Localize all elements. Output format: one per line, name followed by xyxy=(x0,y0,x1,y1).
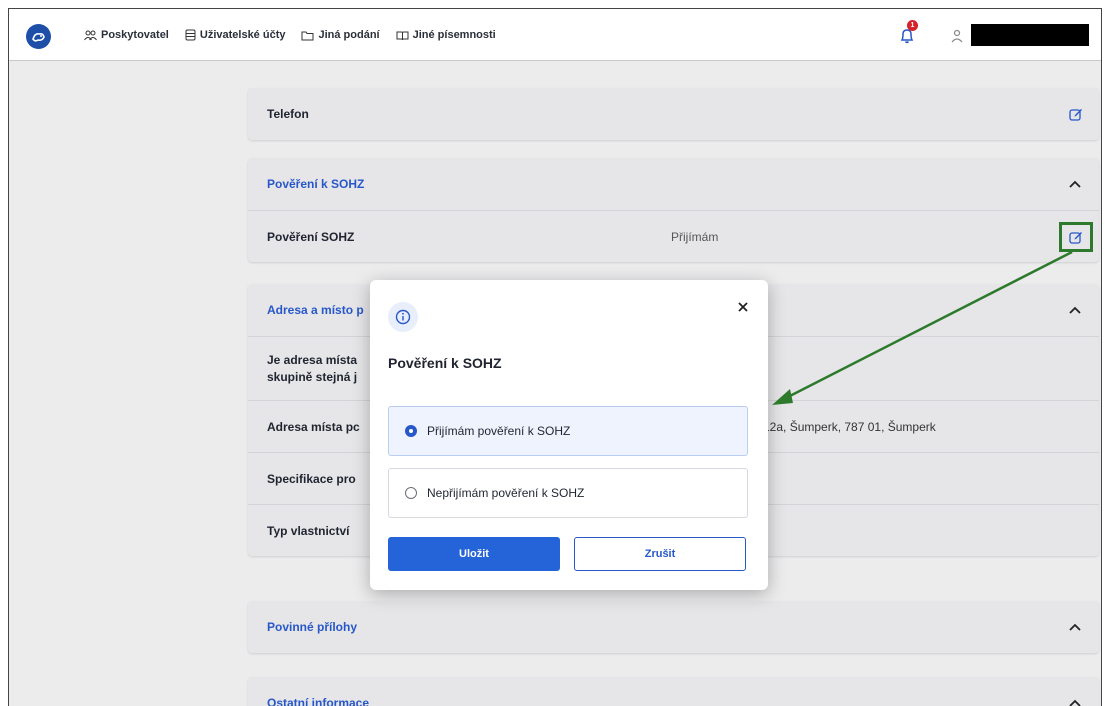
users-icon xyxy=(84,30,97,40)
option-accept-label: Přijímám pověření k SOHZ xyxy=(427,424,571,438)
option-decline-label: Nepřijímám pověření k SOHZ xyxy=(427,486,585,500)
cancel-button[interactable]: Zrušit xyxy=(574,537,746,571)
nav-item-jine-pisemnosti[interactable]: Jiné písemnosti xyxy=(396,29,496,41)
row-label-line2: skupině stejná j xyxy=(267,369,358,384)
top-navigation-bar: Poskytovatel Uživatelské účty Jiná podán… xyxy=(9,9,1101,61)
info-icon xyxy=(388,302,418,332)
option-decline-radio[interactable]: Nepřijímám pověření k SOHZ xyxy=(388,468,748,518)
modal-title: Pověření k SOHZ xyxy=(388,355,502,371)
card-povereni: Pověření k SOHZ Pověření SOHZ Přijímám xyxy=(248,158,1099,262)
prilohy-section-header[interactable]: Povinné přílohy xyxy=(248,601,1099,653)
row-label: Specifikace pro xyxy=(267,471,356,486)
close-icon[interactable] xyxy=(736,300,750,314)
card-telefon: Telefon xyxy=(248,88,1099,140)
section-title: Povinné přílohy xyxy=(267,620,358,634)
row-label-line1: Je adresa místa xyxy=(267,352,358,367)
telefon-label: Telefon xyxy=(267,107,309,121)
chevron-up-icon[interactable] xyxy=(1068,622,1082,632)
section-title: Adresa a místo p xyxy=(267,303,364,317)
row-label: Typ vlastnictví xyxy=(267,523,350,538)
section-title: Ostatní informace xyxy=(267,696,370,706)
nav-item-label: Uživatelské účty xyxy=(199,29,286,41)
povereni-value: Přijímám xyxy=(671,229,719,244)
nav-item-uzivatelske-ucty[interactable]: Uživatelské účty xyxy=(185,29,286,41)
card-prilohy: Povinné přílohy xyxy=(248,601,1099,653)
edit-icon[interactable] xyxy=(1069,107,1083,121)
save-button[interactable]: Uložit xyxy=(388,537,560,571)
nav-item-label: Jiná podání xyxy=(318,29,380,41)
folder-icon xyxy=(301,31,314,40)
radio-unselected-icon xyxy=(405,487,417,499)
ostatni-section-header[interactable]: Ostatní informace xyxy=(248,677,1099,706)
app-window: Poskytovatel Uživatelské účty Jiná podán… xyxy=(8,8,1102,706)
chevron-up-icon[interactable] xyxy=(1068,179,1082,189)
povereni-section-header[interactable]: Pověření k SOHZ xyxy=(248,158,1099,210)
radio-selected-icon xyxy=(405,425,417,437)
edit-icon[interactable] xyxy=(1069,230,1083,244)
app-logo-icon[interactable] xyxy=(26,24,51,49)
user-icon[interactable] xyxy=(950,28,964,44)
nav-item-label: Poskytovatel xyxy=(101,29,169,41)
row-label: Adresa místa pc xyxy=(267,419,360,434)
address-value: 9/12a, Šumperk, 787 01, Šumperk xyxy=(753,419,936,434)
nav-item-label: Jiné písemnosti xyxy=(412,29,496,41)
row-label-multiline: Je adresa místa skupině stejná j xyxy=(267,352,357,386)
database-icon xyxy=(185,29,196,41)
chevron-up-icon[interactable] xyxy=(1068,698,1082,706)
telefon-row: Telefon xyxy=(248,88,1099,140)
chevron-up-icon[interactable] xyxy=(1068,305,1082,315)
option-accept-radio[interactable]: Přijímám pověření k SOHZ xyxy=(388,406,748,456)
nav-item-poskytovatel[interactable]: Poskytovatel xyxy=(84,29,169,41)
card-ostatni: Ostatní informace xyxy=(248,677,1099,706)
nav-item-jina-podani[interactable]: Jiná podání xyxy=(301,29,380,41)
povereni-row: Pověření SOHZ Přijímám xyxy=(248,210,1099,262)
section-title: Pověření k SOHZ xyxy=(267,177,365,191)
book-icon xyxy=(396,31,409,40)
main-nav: Poskytovatel Uživatelské účty Jiná podán… xyxy=(84,9,512,61)
redacted-username xyxy=(971,24,1089,46)
notification-badge: 1 xyxy=(907,20,918,31)
povereni-modal: Pověření k SOHZ Přijímám pověření k SOHZ… xyxy=(370,280,768,590)
povereni-label: Pověření SOHZ xyxy=(267,229,355,244)
